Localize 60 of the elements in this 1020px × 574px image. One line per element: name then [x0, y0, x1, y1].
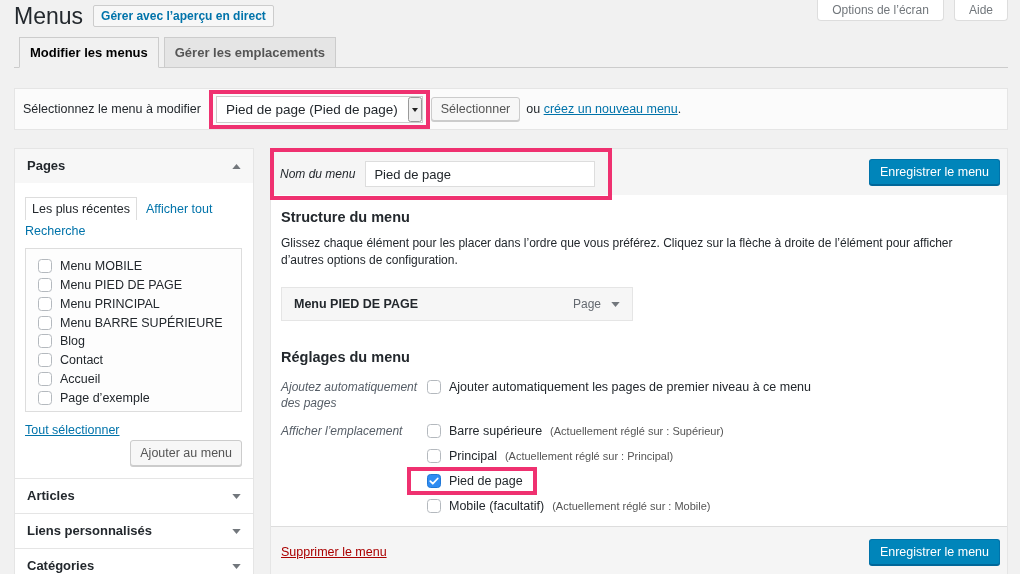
location-note: (Actuellement réglé sur : Principal) — [504, 450, 674, 462]
panel-tab[interactable]: Les plus récentes — [25, 197, 137, 220]
page-option-label[interactable]: Blog — [60, 334, 86, 349]
setting-label: Ajoutez automatiquement des pages — [281, 379, 419, 411]
save-menu-button[interactable]: Enregistrer le menu — [868, 539, 1000, 565]
checkbox[interactable] — [427, 474, 441, 488]
page-title: Menus — [14, 2, 84, 30]
delete-menu-link[interactable]: Supprimer le menu — [281, 545, 387, 559]
page-option-label[interactable]: Menu PIED DE PAGE — [60, 278, 183, 293]
page-option-label[interactable]: Menu PRINCIPAL — [60, 296, 160, 311]
menu-item-bar[interactable]: Menu PIED DE PAGE Page — [281, 287, 633, 321]
checkbox[interactable] — [38, 296, 52, 311]
location-label[interactable]: Principal — [449, 449, 497, 463]
create-menu-text: ou créez un nouveau menu. — [526, 102, 682, 116]
menu-item-type: Page — [572, 297, 601, 311]
setting-label: Afficher l’emplacement — [281, 423, 404, 440]
structure-description: Glissez chaque élément pour les placer dans l’ordre que vous préférez. Cliquez sur la flèche à droite de l’élément pour afficher d’autres options de configuration. — [281, 235, 954, 269]
panel-tab[interactable]: Afficher tout — [146, 198, 213, 220]
menu-select[interactable]: Pied de page (Pied de page) — [215, 95, 423, 123]
tab[interactable]: Modifier les menus — [19, 37, 159, 68]
checkbox[interactable] — [38, 353, 52, 368]
location-label[interactable]: Pied de page — [449, 474, 523, 488]
help-button[interactable]: Aide — [953, 0, 1008, 21]
save-menu-button[interactable]: Enregistrer le menu — [868, 159, 1000, 185]
location-note: (Actuellement réglé sur : Mobile) — [552, 500, 711, 512]
section-title: Réglages du menu — [281, 348, 411, 367]
page-option-label[interactable]: Page d’exemple — [60, 390, 150, 405]
create-menu-link[interactable]: créez un nouveau menu — [543, 102, 678, 116]
screen-options-button[interactable]: Options de l’écran — [817, 0, 944, 21]
checkbox[interactable] — [38, 259, 52, 274]
checkbox[interactable] — [427, 380, 441, 394]
add-to-menu-button[interactable]: Ajouter au menu — [130, 440, 242, 466]
checkbox[interactable] — [38, 315, 52, 330]
page-option-label[interactable]: Menu MOBILE — [60, 259, 142, 274]
checkbox[interactable] — [427, 449, 441, 463]
live-preview-button[interactable]: Gérer avec l’aperçu en direct — [93, 5, 274, 27]
checkbox[interactable] — [38, 334, 52, 349]
checkbox[interactable] — [38, 278, 52, 293]
auto-add-label[interactable]: Ajouter automatiquement les pages de premier niveau à ce menu — [449, 380, 812, 394]
page-option-label[interactable]: Menu BARRE SUPÉRIEURE — [60, 315, 223, 330]
section-title: Structure du menu — [281, 208, 411, 227]
checkbox[interactable] — [427, 424, 441, 438]
location-label[interactable]: Mobile (facultatif) — [449, 499, 545, 513]
menu-name-input[interactable]: Pied de page — [365, 161, 596, 187]
checkbox[interactable] — [38, 390, 52, 405]
location-label[interactable]: Barre supérieure — [449, 424, 543, 438]
location-note: (Actuellement réglé sur : Supérieur) — [550, 425, 724, 437]
tab[interactable]: Gérer les emplacements — [163, 37, 337, 68]
page-option-label[interactable]: Accueil — [60, 371, 101, 386]
menu-name-label: Nom du menu — [280, 167, 356, 181]
panel-tab[interactable]: Recherche — [25, 220, 86, 242]
select-all-link[interactable]: Tout sélectionner — [25, 422, 120, 438]
checkbox[interactable] — [38, 371, 52, 386]
menu-item-title: Menu PIED DE PAGE — [294, 297, 420, 311]
picker-label: Sélectionnez le menu à modifier — [23, 102, 201, 116]
panel-header[interactable]: Pages — [15, 149, 253, 183]
checkbox[interactable] — [427, 499, 441, 513]
caret-down-icon — [611, 301, 620, 307]
page-option-label[interactable]: Contact — [60, 353, 104, 368]
select-button[interactable]: Sélectionner — [430, 97, 521, 121]
